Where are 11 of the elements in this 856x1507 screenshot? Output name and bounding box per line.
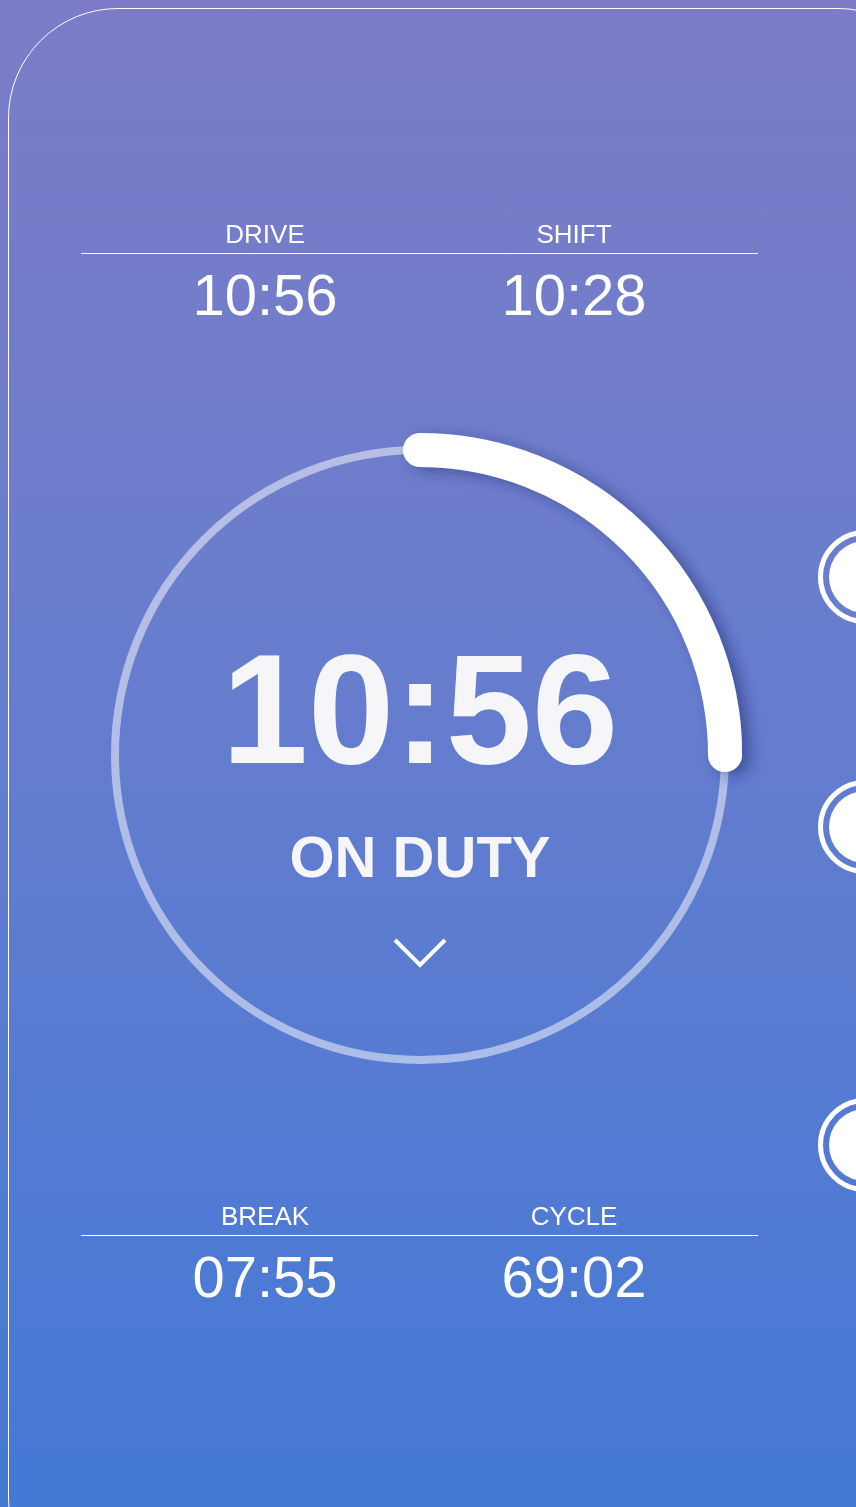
timer-value: 10:56 (221, 632, 619, 787)
stat-label: DRIVE (224, 219, 306, 249)
stat-value: 07:55 (191, 1244, 339, 1310)
stat-label: CYCLE (529, 1201, 619, 1231)
stat-value: 10:56 (191, 262, 339, 328)
stat-value: 10:28 (500, 262, 648, 328)
duty-status: ON DUTY (289, 824, 551, 890)
stat-label: SHIFT (535, 219, 613, 249)
stat-label: BREAK (219, 1201, 311, 1231)
stat-value: 69:02 (500, 1244, 648, 1310)
chevron-down-icon[interactable] (393, 938, 447, 968)
